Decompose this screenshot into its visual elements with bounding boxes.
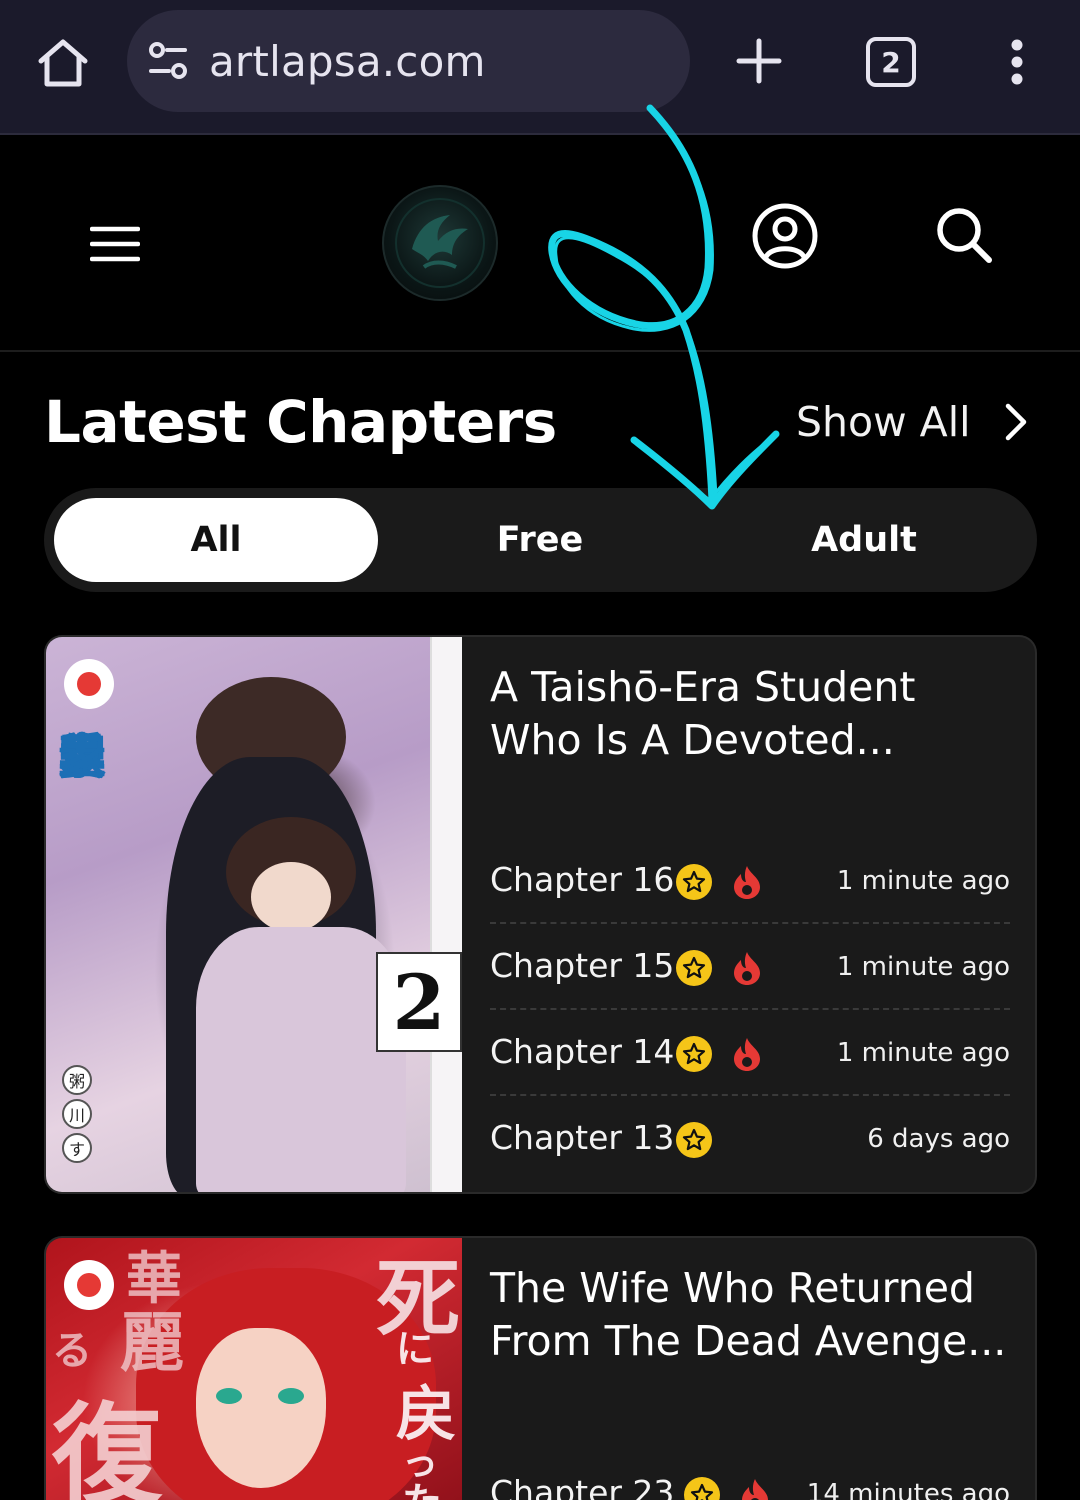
chapter-label[interactable]: Chapter 13 — [490, 1118, 674, 1157]
cover-eye — [216, 1388, 242, 1404]
site-header — [0, 137, 1080, 352]
fire-icon — [734, 952, 760, 985]
cover-face — [251, 862, 331, 932]
cover-author-glyph: 粥 — [62, 1065, 92, 1095]
filter-tabs: All Free Adult — [44, 488, 1037, 592]
browser-toolbar: artlapsa.com 2 — [0, 0, 1080, 135]
cover-face — [196, 1328, 326, 1488]
cover-glyph: た — [402, 1470, 442, 1500]
cover-spine — [430, 637, 462, 1192]
chapter-row[interactable]: Chapter 15 1 minute ago — [490, 924, 1010, 1010]
tab-all[interactable]: All — [54, 498, 378, 582]
chapter-label[interactable]: Chapter 14 — [490, 1032, 674, 1071]
fire-icon — [734, 1038, 760, 1071]
chevron-right-icon[interactable] — [1000, 402, 1032, 442]
cover-author-glyph: す — [62, 1133, 92, 1163]
cover-glyph: 家 — [57, 729, 106, 785]
chapter-label[interactable]: Chapter 16 — [490, 860, 674, 899]
hamburger-menu-icon[interactable] — [90, 224, 140, 264]
show-all-link[interactable]: Show All — [796, 398, 971, 446]
fire-icon — [734, 866, 760, 899]
chapter-time: 14 minutes ago — [806, 1479, 1010, 1500]
logo-emblem-icon — [395, 198, 485, 288]
tab-switcher-button[interactable]: 2 — [866, 37, 916, 87]
star-icon — [676, 950, 712, 986]
chapter-time: 6 days ago — [867, 1124, 1010, 1154]
chapter-label[interactable]: Chapter 15 — [490, 946, 674, 985]
star-icon — [676, 864, 712, 900]
volume-number: 2 — [376, 952, 462, 1052]
cover-author-glyph: 川 — [62, 1099, 92, 1129]
section-title: Latest Chapters — [44, 388, 557, 456]
tab-count: 2 — [881, 45, 901, 79]
chapter-row[interactable]: Chapter 23 14 minutes ago — [490, 1451, 1010, 1500]
series-title[interactable]: The Wife Who Returned From The Dead Aven… — [490, 1262, 1010, 1368]
new-tab-icon[interactable] — [734, 36, 784, 86]
cover-author: 粥 川 す — [62, 1065, 92, 1163]
cover-eye — [278, 1388, 304, 1404]
series-card[interactable]: 2 正 學 生 愛 妻 家 粥 川 す A Taishō-Era Student… — [44, 635, 1037, 1194]
star-icon — [676, 1122, 712, 1158]
url-text[interactable]: artlapsa.com — [209, 37, 486, 86]
address-bar[interactable]: artlapsa.com — [127, 10, 690, 112]
tab-free[interactable]: Free — [378, 498, 702, 582]
home-icon[interactable] — [34, 34, 92, 92]
user-account-icon[interactable] — [751, 202, 819, 270]
chapter-time: 1 minute ago — [836, 866, 1010, 896]
chapter-time: 1 minute ago — [836, 952, 1010, 982]
star-icon — [676, 1036, 712, 1072]
chapter-time: 1 minute ago — [836, 1038, 1010, 1068]
site-logo[interactable] — [382, 185, 498, 301]
chapter-row[interactable]: Chapter 16 1 minute ago — [490, 838, 1010, 924]
series-cover[interactable]: 死 に 戻 っ た 華 麗 る 復 — [46, 1238, 462, 1500]
chapter-row[interactable]: Chapter 14 1 minute ago — [490, 1010, 1010, 1096]
status-dot — [64, 659, 114, 709]
more-vert-icon[interactable] — [1000, 38, 1034, 88]
status-dot — [64, 1260, 114, 1310]
chapter-row[interactable]: Chapter 13 6 days ago — [490, 1096, 1010, 1182]
cover-glyph: 復 — [52, 1391, 162, 1500]
chapter-list: Chapter 23 14 minutes ago — [490, 1451, 1010, 1500]
cover-glyph: に — [396, 1326, 435, 1371]
site-info-icon[interactable] — [147, 40, 189, 82]
chapter-label[interactable]: Chapter 23 — [490, 1473, 674, 1500]
cover-kimono — [196, 927, 406, 1192]
search-icon[interactable] — [934, 205, 994, 265]
tab-adult[interactable]: Adult — [702, 498, 1026, 582]
fire-icon — [742, 1479, 768, 1500]
series-card[interactable]: 死 に 戻 っ た 華 麗 る 復 The Wife Who Returned … — [44, 1236, 1037, 1500]
series-cover[interactable]: 2 正 學 生 愛 妻 家 粥 川 す — [46, 637, 462, 1192]
chapter-list: Chapter 16 1 minute ago Chapter 15 1 min… — [490, 838, 1010, 1182]
star-icon — [684, 1477, 720, 1500]
series-title[interactable]: A Taishō-Era Student Who Is A Devoted... — [490, 661, 1010, 767]
